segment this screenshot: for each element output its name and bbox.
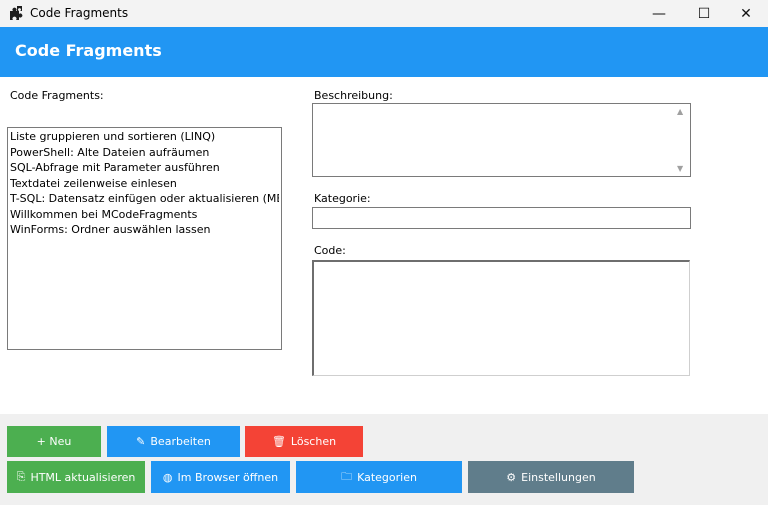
gear-icon: ⚙ [506,470,517,484]
code-label: Code: [314,244,346,257]
new-label: + Neu [36,435,72,448]
edit-button[interactable]: ✎ Bearbeiten [107,426,240,457]
header-title: Code Fragments [15,41,162,60]
description-scrollbar[interactable]: ▲ ▼ [673,104,690,176]
fragments-listbox[interactable]: Liste gruppieren und sortieren (LINQ) Pow… [7,127,282,350]
open-browser-button[interactable]: ◍ Im Browser öffnen [151,461,290,493]
list-item[interactable]: SQL-Abfrage mit Parameter ausführen [10,160,279,176]
category-label: Kategorie: [314,192,371,205]
delete-button[interactable]: 🗑 Löschen [245,426,363,457]
scroll-down-icon[interactable]: ▼ [677,164,683,173]
description-label: Beschreibung: [314,89,393,102]
html-copy-icon: ⎘ [16,470,26,483]
pencil-icon: ✎ [136,435,146,448]
list-item[interactable]: T-SQL: Datensatz einfügen oder aktualisi… [10,191,279,207]
window-title: Code Fragments [30,6,129,20]
minimize-button[interactable]: — [636,0,682,27]
close-button[interactable]: ✕ [723,0,768,27]
maximize-button[interactable]: ☐ [681,0,727,27]
code-editor[interactable] [312,260,690,376]
list-item[interactable]: Willkommen bei MCodeFragments [10,207,279,223]
settings-button[interactable]: ⚙ Einstellungen [468,461,634,493]
open-browser-label: Im Browser öffnen [177,470,279,484]
fragments-label: Code Fragments: [10,89,104,102]
button-bar: + Neu ✎ Bearbeiten 🗑 Löschen ⎘ HTML aktu… [0,414,768,505]
list-item[interactable]: PowerShell: Alte Dateien aufräumen [10,145,279,161]
categories-button[interactable]: 🗀 Kategorien [296,461,462,493]
folder-icon: 🗀 [341,469,353,483]
list-item[interactable]: WinForms: Ordner auswählen lassen [10,222,279,238]
description-textarea[interactable]: ▲ ▼ [312,103,691,177]
list-item[interactable]: Liste gruppieren und sortieren (LINQ) [10,129,279,145]
settings-label: Einstellungen [521,470,596,484]
delete-label: Löschen [290,435,337,448]
category-input[interactable] [312,207,691,229]
html-update-label: HTML aktualisieren [30,470,136,484]
globe-icon: ◍ [162,470,173,484]
list-item[interactable]: Textdatei zeilenweise einlesen [10,176,279,192]
new-button[interactable]: + Neu [7,426,101,457]
title-bar: Code Fragments — ☐ ✕ [0,0,768,27]
html-update-button[interactable]: ⎘ HTML aktualisieren [7,461,145,493]
categories-label: Kategorien [357,470,417,484]
puzzle-app-icon [10,6,23,20]
edit-label: Bearbeiten [150,435,211,448]
trash-icon: 🗑 [271,435,286,448]
scroll-up-icon[interactable]: ▲ [677,107,683,116]
app-header: Code Fragments [0,27,768,77]
